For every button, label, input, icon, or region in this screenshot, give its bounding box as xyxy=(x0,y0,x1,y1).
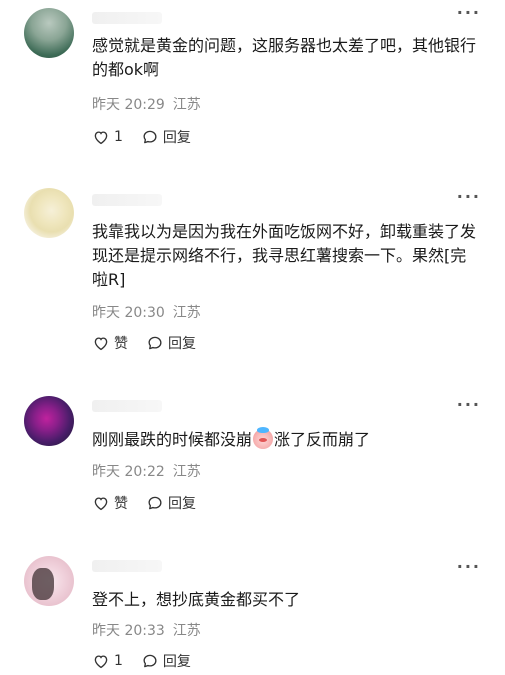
heart-icon xyxy=(94,655,108,669)
reply-button[interactable]: 回复 xyxy=(146,493,196,513)
comment-location: 江苏 xyxy=(172,623,201,639)
more-icon[interactable]: ··· xyxy=(457,397,481,413)
comment-actions: 赞 回复 xyxy=(92,492,196,514)
comment-time: 昨天 20:22 xyxy=(92,464,165,480)
username-blurred[interactable] xyxy=(92,400,162,412)
comment-time: 昨天 20:30 xyxy=(92,305,165,321)
heart-icon xyxy=(94,337,108,351)
comment-location: 江苏 xyxy=(172,97,201,113)
avatar[interactable] xyxy=(24,188,74,238)
comment-text: 我靠我以为是因为我在外面吃饭网不好，卸载重装了发现还是提示网络不行，我寻思红薯搜… xyxy=(92,222,477,289)
like-button[interactable]: 赞 xyxy=(92,333,128,353)
more-icon[interactable]: ··· xyxy=(457,5,481,21)
comment-time: 昨天 20:33 xyxy=(92,623,165,639)
chat-bubble-icon xyxy=(143,654,157,668)
comment-location: 江苏 xyxy=(172,464,201,480)
comment-text-part: 涨了反而崩了 xyxy=(274,430,371,449)
like-label: 赞 xyxy=(114,336,128,352)
reply-label: 回复 xyxy=(168,496,196,512)
like-count: 1 xyxy=(114,129,123,145)
username-blurred[interactable] xyxy=(92,560,162,572)
comment-location: 江苏 xyxy=(172,305,201,321)
heart-icon xyxy=(94,497,108,511)
comment-text: 刚刚最跌的时候都没崩 涨了反而崩了 xyxy=(92,427,482,452)
reply-label: 回复 xyxy=(162,654,191,670)
like-count: 1 xyxy=(114,653,123,669)
chat-bubble-icon xyxy=(148,496,162,510)
comment-text: 登不上，想抄底黄金都买不了 xyxy=(92,590,301,609)
comment-time: 昨天 20:29 xyxy=(92,97,165,113)
comment-text-part: 刚刚最跌的时候都没崩 xyxy=(92,430,253,449)
comment-text: 感觉就是黄金的问题，这服务器也太差了吧，其他银行的都ok啊 xyxy=(92,36,477,79)
comment-meta: 昨天 20:22 江苏 xyxy=(92,463,209,481)
comment-actions: 1 回复 xyxy=(92,126,191,148)
comment-meta: 昨天 20:29 江苏 xyxy=(92,96,209,114)
reply-label: 回复 xyxy=(168,336,196,352)
comment-actions: 赞 回复 xyxy=(92,332,196,354)
like-label: 赞 xyxy=(114,496,128,512)
reply-button[interactable]: 回复 xyxy=(141,127,191,147)
reply-button[interactable]: 回复 xyxy=(141,651,191,671)
comment-meta: 昨天 20:33 江苏 xyxy=(92,622,209,640)
reply-button[interactable]: 回复 xyxy=(146,333,196,353)
comment-actions: 1 回复 xyxy=(92,650,191,672)
more-icon[interactable]: ··· xyxy=(457,559,481,575)
reply-label: 回复 xyxy=(162,130,191,146)
heart-icon xyxy=(94,131,108,145)
avatar[interactable] xyxy=(24,396,74,446)
avatar[interactable] xyxy=(24,556,74,606)
like-button[interactable]: 1 xyxy=(92,128,123,146)
comment-meta: 昨天 20:30 江苏 xyxy=(92,304,209,322)
username-blurred[interactable] xyxy=(92,194,162,206)
chat-bubble-icon xyxy=(143,130,157,144)
username-blurred[interactable] xyxy=(92,12,162,24)
like-button[interactable]: 赞 xyxy=(92,493,128,513)
avatar[interactable] xyxy=(24,8,74,58)
like-button[interactable]: 1 xyxy=(92,652,123,670)
chat-bubble-icon xyxy=(148,336,162,350)
clown-face-emoji xyxy=(253,427,274,449)
more-icon[interactable]: ··· xyxy=(457,189,481,205)
